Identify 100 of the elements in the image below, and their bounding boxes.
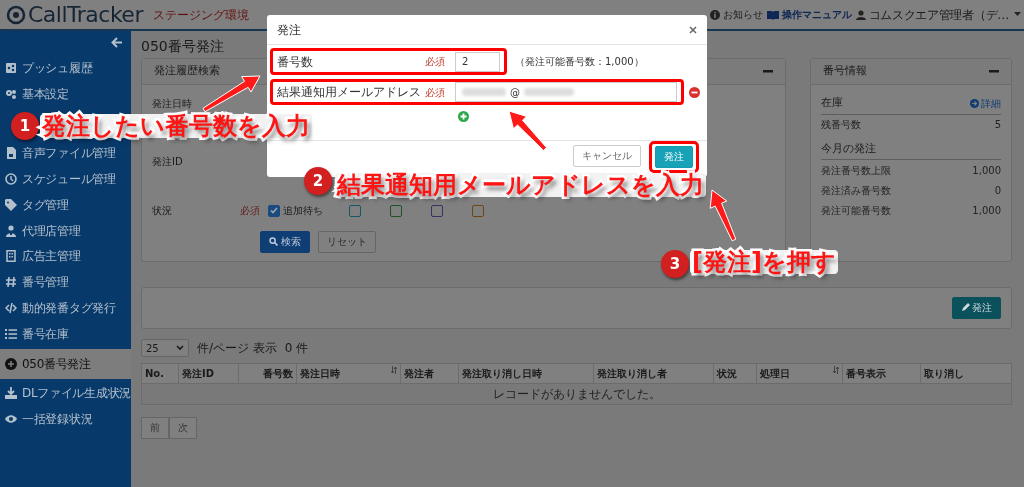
column-header: No. <box>141 363 179 384</box>
user-icon <box>855 9 866 20</box>
sidebar-item[interactable]: 基本設定 <box>0 82 131 105</box>
cancel-button[interactable]: キャンセル <box>573 145 641 167</box>
column-header[interactable]: 処理日 <box>756 363 843 384</box>
sidebar-item[interactable]: DLファイル生成状況 <box>0 382 131 405</box>
page-size-select[interactable]: 25 <box>141 339 189 357</box>
column-header: 発注取り消し日時 <box>458 363 594 384</box>
chevron-down-icon <box>176 345 184 351</box>
order-button[interactable]: 発注 <box>952 297 1001 319</box>
stat-label: 発注可能番号数 <box>821 203 891 218</box>
checkbox[interactable] <box>268 204 280 217</box>
collapse-icon[interactable] <box>989 70 999 73</box>
step-number: 3 <box>661 250 689 278</box>
list-icon <box>5 327 17 340</box>
stat-value: 5 <box>994 118 1001 132</box>
stat-value: 1,000 <box>972 203 1001 218</box>
required-label: 必須 <box>240 204 261 218</box>
pencil-icon <box>961 303 970 312</box>
sidebar-item[interactable]: 番号管理 <box>0 271 131 294</box>
instruction-text: [発注]を押す <box>690 250 838 274</box>
gears-icon <box>5 87 17 100</box>
hash-icon <box>5 276 17 289</box>
stat-label: 残番号数 <box>821 118 861 132</box>
page-title: 050番号発注 <box>141 37 225 55</box>
column-header: 発注ID <box>178 363 239 384</box>
field-label: 状況 <box>152 204 173 218</box>
field-label: 発注ID <box>152 155 184 169</box>
clock-icon <box>5 172 17 185</box>
instruction-text: 結果通知用メールアドレスを入力 <box>335 173 706 197</box>
environment-label: ステージング環境 <box>152 6 249 24</box>
checkbox-label: 追加待ち <box>283 204 323 218</box>
sidebar-item[interactable]: 動的発番タグ発行 <box>0 297 131 320</box>
file-icon <box>5 147 17 160</box>
column-header: 発注取り消し者 <box>593 363 714 384</box>
available-count-note: （発注可能番号数：1,000） <box>515 55 644 69</box>
download-icon <box>5 387 17 400</box>
check-icon <box>270 207 278 214</box>
checkbox[interactable] <box>349 204 361 217</box>
user-icon <box>5 224 17 237</box>
column-header: 番号数 <box>238 363 297 384</box>
collapse-icon[interactable] <box>763 70 773 73</box>
empty-message: レコードがありませんでした。 <box>141 383 1012 405</box>
code-icon <box>5 302 17 315</box>
info-icon <box>709 9 720 20</box>
stat-label: 発注番号数上限 <box>821 163 891 178</box>
user-link[interactable]: コムスクエア管理者（デ… <box>855 5 1021 24</box>
column-header: 発注者 <box>400 363 459 384</box>
building-icon <box>5 250 17 263</box>
section-heading: 在庫 <box>821 95 843 111</box>
sidebar-item[interactable]: 広告主管理 <box>0 245 131 268</box>
stat-value: 0 <box>994 183 1001 198</box>
field-label: 番号数 <box>277 53 314 71</box>
sidebar-item[interactable]: プッシュ履歴 <box>0 56 131 79</box>
eye-icon <box>5 413 17 426</box>
column-header: 番号表示 <box>842 363 921 384</box>
dialog-title: 発注 <box>277 21 301 39</box>
column-header[interactable]: 発注日時 <box>296 363 401 384</box>
record-count: 0 件 <box>284 340 309 357</box>
sidebar-item[interactable]: 一括登録状況 <box>0 408 131 431</box>
add-icon[interactable] <box>458 110 469 122</box>
sidebar-item[interactable]: 代理店管理 <box>0 219 131 242</box>
plus-circle-icon <box>5 357 17 370</box>
column-header: 取り消し <box>920 363 1012 384</box>
field-label: 結果通知用メールアドレス <box>277 84 422 101</box>
sidebar-item[interactable]: スケジュール管理 <box>0 167 131 190</box>
field-label: 発注日時 <box>152 97 193 111</box>
close-icon[interactable] <box>689 25 697 34</box>
remove-icon[interactable] <box>689 86 700 98</box>
sidebar-item[interactable]: 番号在庫 <box>0 322 131 345</box>
checkbox[interactable] <box>472 204 484 217</box>
book-icon <box>766 9 779 20</box>
panel-title: 発注履歴検索 <box>154 63 220 80</box>
search-icon <box>269 237 278 246</box>
section-heading: 今月の発注 <box>821 140 876 157</box>
sort-icon <box>833 366 840 374</box>
arrow-circle-icon <box>970 98 979 108</box>
tag-icon <box>5 198 17 211</box>
sort-icon <box>390 366 397 374</box>
info-link[interactable]: お知らせ <box>709 7 763 22</box>
panel-title: 番号情報 <box>823 63 867 80</box>
column-header: 状況 <box>713 363 757 384</box>
caret-icon <box>1014 12 1021 17</box>
checkbox[interactable] <box>431 204 443 217</box>
stat-value: 1,000 <box>972 163 1001 178</box>
page-size-label: 件/ページ 表示 <box>197 340 277 357</box>
number-field[interactable]: 2 <box>455 51 500 72</box>
sidebar-item[interactable]: 050番号発注 <box>0 348 131 379</box>
search-button[interactable]: 検索 <box>260 231 310 253</box>
sidebar-item[interactable]: タグ管理 <box>0 193 131 216</box>
back-arrow-icon[interactable] <box>111 36 123 48</box>
email-field[interactable]: @ <box>455 82 677 102</box>
reset-button[interactable]: リセット <box>318 231 376 253</box>
stat-label: 発注済み番号数 <box>821 183 891 198</box>
manual-link[interactable]: 操作マニュアル <box>766 7 852 22</box>
required-label: 必須 <box>425 85 446 100</box>
logo-icon <box>6 4 26 25</box>
sidebar-item[interactable]: 音声ファイル管理 <box>0 142 131 165</box>
checkbox[interactable] <box>390 204 402 217</box>
instruction-text: 発注したい番号数を入力 <box>40 114 312 138</box>
